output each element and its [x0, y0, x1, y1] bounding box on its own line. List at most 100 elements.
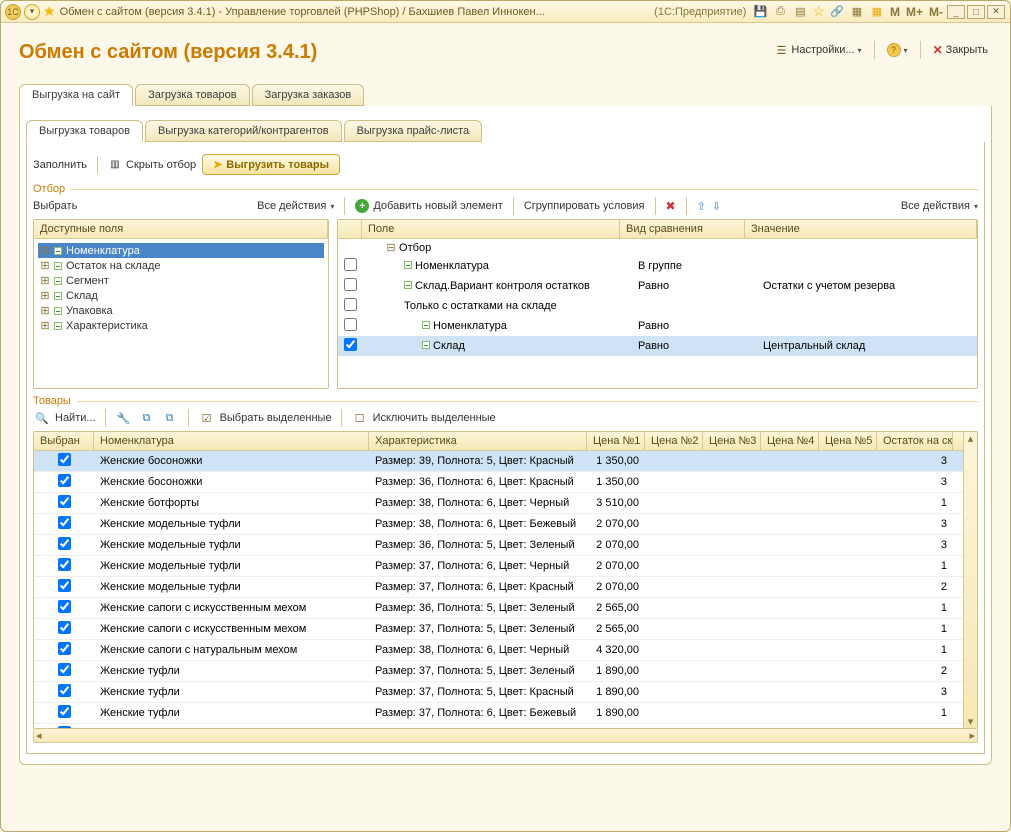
available-field-item[interactable]: ⊞Номенклатура: [38, 243, 324, 258]
filter-row[interactable]: ⊟ Отбор: [338, 239, 977, 256]
filter-row[interactable]: Склад.Вариант контроля остатковРавноОста…: [338, 276, 977, 296]
filter-rows[interactable]: ⊟ Отбор НоменклатураВ группе Склад.Вариа…: [338, 239, 977, 388]
copy2-icon[interactable]: ⧉: [161, 409, 179, 427]
export-products-button[interactable]: ➤Выгрузить товары: [202, 154, 340, 175]
product-row[interactable]: Женские модельные туфлиРазмер: 38, Полно…: [34, 514, 963, 535]
filter-row[interactable]: НоменклатураРавно: [338, 316, 977, 336]
select-highlighted-button[interactable]: ☑Выбрать выделенные: [198, 409, 332, 427]
find-button[interactable]: 🔍Найти...: [33, 409, 96, 427]
row-checkbox[interactable]: [58, 684, 71, 697]
col-selected[interactable]: Выбран: [34, 432, 94, 450]
row-checkbox[interactable]: [58, 516, 71, 529]
row-checkbox[interactable]: [58, 621, 71, 634]
filter-add-button[interactable]: +Добавить новый элемент: [355, 199, 503, 213]
col-characteristic[interactable]: Характеристика: [369, 432, 587, 450]
product-row[interactable]: Женские туфлиРазмер: 37, Полнота: 6, Цве…: [34, 724, 963, 728]
app-icon[interactable]: 1C: [5, 4, 21, 20]
filter-checkbox[interactable]: [344, 338, 357, 351]
minimize-button[interactable]: _: [947, 5, 965, 19]
available-field-item[interactable]: ⊞Упаковка: [38, 303, 324, 318]
col-stock[interactable]: Остаток на ск: [877, 432, 953, 450]
filter-checkbox[interactable]: [344, 318, 357, 331]
products-rows[interactable]: Женские босоножкиРазмер: 39, Полнота: 5,…: [34, 451, 963, 728]
col-price-3[interactable]: Цена №3: [703, 432, 761, 450]
hide-filter-button[interactable]: ▥Скрыть отбор: [108, 158, 196, 172]
col-price-2[interactable]: Цена №2: [645, 432, 703, 450]
expander-icon[interactable]: ⊞: [40, 274, 50, 287]
product-row[interactable]: Женские модельные туфлиРазмер: 36, Полно…: [34, 535, 963, 556]
expander-icon[interactable]: ⊞: [40, 259, 50, 272]
filter-checkbox[interactable]: [344, 258, 357, 271]
expander-icon[interactable]: ⊞: [40, 244, 50, 257]
row-checkbox[interactable]: [58, 600, 71, 613]
col-price-5[interactable]: Цена №5: [819, 432, 877, 450]
filter-row[interactable]: СкладРавноЦентральный склад: [338, 336, 977, 356]
preview-icon[interactable]: ▤: [792, 4, 808, 20]
product-row[interactable]: Женские туфлиРазмер: 37, Полнота: 5, Цве…: [34, 661, 963, 682]
col-nomenclature[interactable]: Номенклатура: [94, 432, 369, 450]
star-icon[interactable]: ☆: [812, 3, 825, 20]
calendar-icon[interactable]: ▦: [869, 4, 885, 20]
link-icon[interactable]: 🔗: [829, 4, 845, 20]
row-checkbox[interactable]: [58, 579, 71, 592]
filter-row[interactable]: НоменклатураВ группе: [338, 256, 977, 276]
save-icon[interactable]: 💾: [752, 4, 768, 20]
close-button[interactable]: ✕: [987, 5, 1005, 19]
m-button[interactable]: M: [890, 5, 900, 19]
move-up-icon[interactable]: ⇧: [697, 200, 706, 213]
filter-checkbox[interactable]: [344, 278, 357, 291]
filter-all-actions-left[interactable]: Все действия▾: [257, 200, 334, 212]
help-button[interactable]: ?▾: [883, 41, 912, 59]
settings-button[interactable]: ☰Настройки...▾: [770, 41, 865, 59]
available-field-item[interactable]: ⊞Сегмент: [38, 273, 324, 288]
calc-icon[interactable]: ▦: [849, 4, 865, 20]
vertical-scrollbar[interactable]: ▴▾: [963, 432, 977, 728]
tab-load-products[interactable]: Загрузка товаров: [135, 84, 250, 106]
fill-button[interactable]: Заполнить: [33, 159, 87, 171]
row-checkbox[interactable]: [58, 726, 71, 728]
wrench-icon[interactable]: 🔧: [115, 409, 133, 427]
row-checkbox[interactable]: [58, 453, 71, 466]
expander-icon[interactable]: ⊞: [40, 289, 50, 302]
row-checkbox[interactable]: [58, 537, 71, 550]
favorite-icon[interactable]: ★: [43, 3, 56, 20]
m-plus-button[interactable]: M+: [906, 5, 923, 19]
available-fields-tree[interactable]: ⊞Номенклатура⊞Остаток на складе⊞Сегмент⊞…: [34, 239, 328, 337]
tab-export-categories[interactable]: Выгрузка категорий/контрагентов: [145, 120, 342, 142]
product-row[interactable]: Женские босоножкиРазмер: 36, Полнота: 6,…: [34, 472, 963, 493]
filter-group-button[interactable]: Сгруппировать условия: [524, 200, 645, 212]
tab-export-pricelist[interactable]: Выгрузка прайс-листа: [344, 120, 483, 142]
horizontal-scrollbar[interactable]: ◂▸: [33, 729, 978, 743]
row-checkbox[interactable]: [58, 474, 71, 487]
expander-icon[interactable]: ⊞: [40, 304, 50, 317]
product-row[interactable]: Женские сапоги с искусственным мехомРазм…: [34, 619, 963, 640]
filter-select-button[interactable]: Выбрать: [33, 200, 77, 212]
product-row[interactable]: Женские модельные туфлиРазмер: 37, Полно…: [34, 577, 963, 598]
product-row[interactable]: Женские босоножкиРазмер: 39, Полнота: 5,…: [34, 451, 963, 472]
filter-row[interactable]: Только с остатками на складе: [338, 296, 977, 316]
delete-icon[interactable]: ✖: [666, 199, 676, 213]
product-row[interactable]: Женские туфлиРазмер: 37, Полнота: 6, Цве…: [34, 703, 963, 724]
product-row[interactable]: Женские сапоги с искусственным мехомРазм…: [34, 598, 963, 619]
nav-down-icon[interactable]: ▾: [24, 4, 40, 20]
move-down-icon[interactable]: ⇩: [712, 200, 721, 213]
expander-icon[interactable]: ⊞: [40, 319, 50, 332]
copy-icon[interactable]: ⧉: [138, 409, 156, 427]
row-checkbox[interactable]: [58, 705, 71, 718]
row-checkbox[interactable]: [58, 558, 71, 571]
tab-export-products[interactable]: Выгрузка товаров: [26, 120, 143, 142]
row-checkbox[interactable]: [58, 642, 71, 655]
expander-icon[interactable]: ⊟: [386, 241, 396, 254]
available-field-item[interactable]: ⊞Характеристика: [38, 318, 324, 333]
filter-checkbox[interactable]: [344, 298, 357, 311]
print-icon[interactable]: ⎙: [772, 4, 788, 20]
row-checkbox[interactable]: [58, 663, 71, 676]
col-price-1[interactable]: Цена №1: [587, 432, 645, 450]
available-field-item[interactable]: ⊞Склад: [38, 288, 324, 303]
product-row[interactable]: Женские сапоги с натуральным мехомРазмер…: [34, 640, 963, 661]
product-row[interactable]: Женские модельные туфлиРазмер: 37, Полно…: [34, 556, 963, 577]
exclude-highlighted-button[interactable]: ☐Исключить выделенные: [351, 409, 496, 427]
available-field-item[interactable]: ⊞Остаток на складе: [38, 258, 324, 273]
row-checkbox[interactable]: [58, 495, 71, 508]
col-price-4[interactable]: Цена №4: [761, 432, 819, 450]
